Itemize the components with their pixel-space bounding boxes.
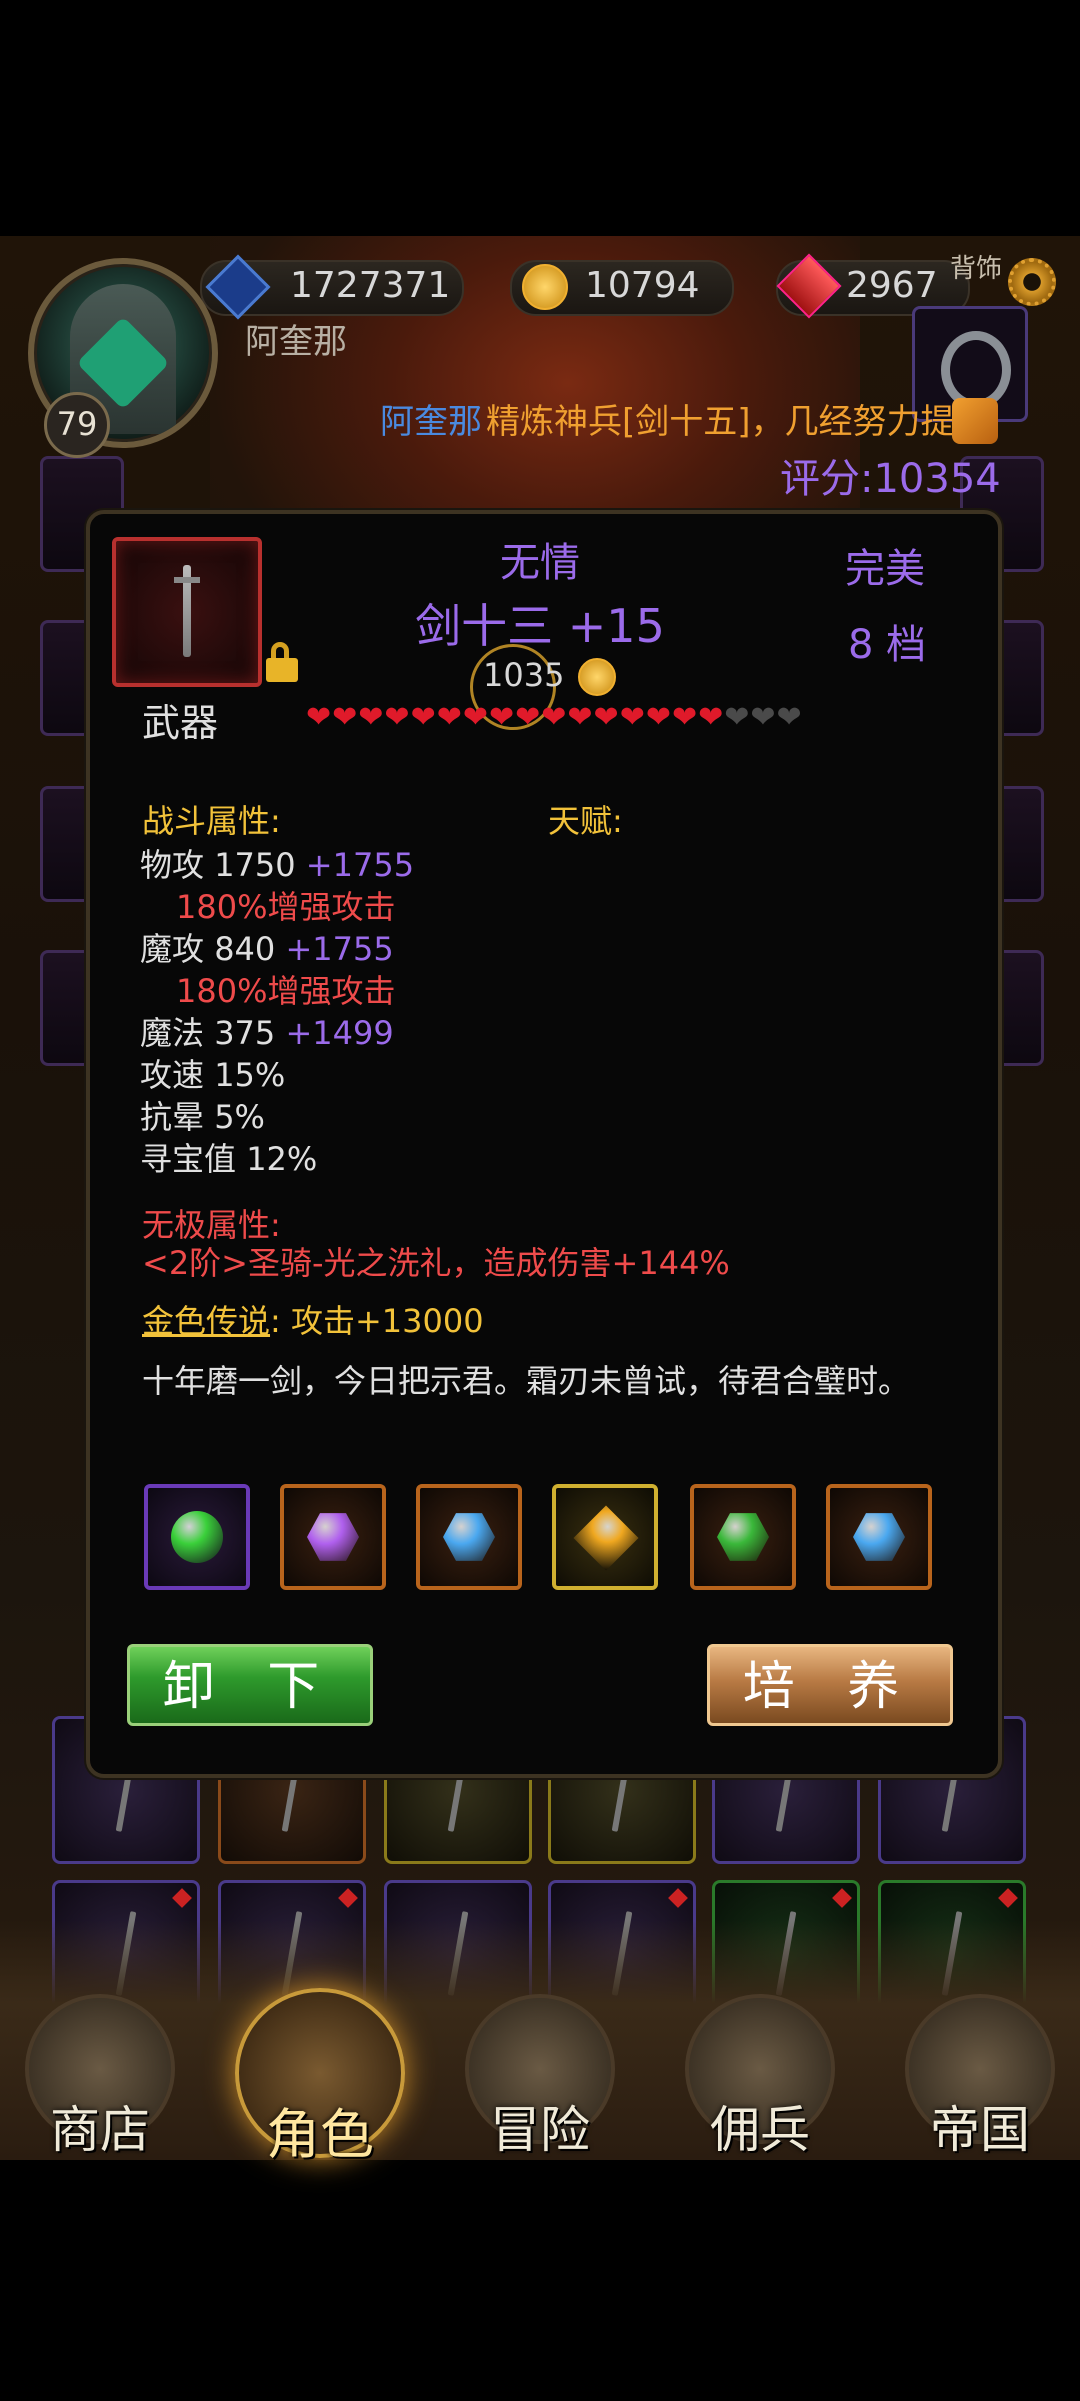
stat-extra: 180%增强攻击 <box>176 888 396 926</box>
stat-name: 魔攻 <box>140 930 205 968</box>
gold-coin-icon <box>578 658 616 696</box>
talent-label: 天赋: <box>548 802 623 840</box>
heart-icon: ❤ <box>358 700 385 735</box>
heart-icon: ❤ <box>306 700 333 735</box>
gem-socket[interactable] <box>280 1484 386 1590</box>
heart-icon: ❤ <box>671 700 699 735</box>
gem-icon <box>573 1505 639 1571</box>
nav-label[interactable]: 帝国 <box>880 2090 1080 2162</box>
gem-socket[interactable] <box>144 1484 250 1590</box>
stat-row: 寻宝值 12% <box>140 1134 317 1180</box>
gem-icon <box>717 1513 769 1561</box>
heart-icon: ❤ <box>593 700 620 735</box>
gem-socket[interactable] <box>826 1484 932 1590</box>
nav-label[interactable]: 佣兵 <box>660 2090 860 2162</box>
stat-bonus: +1755 <box>285 930 394 968</box>
player-name: 阿奎那 <box>245 322 347 362</box>
stat-base: 1750 <box>214 846 296 884</box>
stat-bonus: +1755 <box>305 846 415 884</box>
heart-icon: ❤ <box>750 700 777 735</box>
heart-icon: ❤ <box>776 700 803 735</box>
gear-icon[interactable] <box>1008 258 1056 306</box>
diamond-count: 1727371 <box>290 265 451 306</box>
heart-icon: ❤ <box>645 700 672 735</box>
news-ticker: 阿奎那 精炼神兵[剑十五]，几经努力提 <box>0 394 1080 450</box>
gem-icon <box>171 1511 223 1563</box>
heart-icon: ❤ <box>724 700 751 735</box>
combat-stats-label: 战斗属性: <box>142 802 281 840</box>
stat-row: 魔攻 840 +1755 <box>140 924 394 970</box>
gem-socket[interactable] <box>416 1484 522 1590</box>
heart-icon: ❤ <box>515 700 542 735</box>
stat-name: 抗晕 <box>140 1098 205 1136</box>
stat-row: 魔法 375 +1499 <box>140 1008 394 1054</box>
stat-row: 抗晕 5% <box>140 1092 265 1138</box>
heart-icon: ❤ <box>698 700 725 735</box>
item-quality: 完美 <box>845 546 925 592</box>
infinite-attr-text: <2阶>圣骑-光之洗礼，造成伤害+144% <box>142 1244 730 1282</box>
stat-bonus: +1499 <box>285 1014 394 1052</box>
stat-name: 物攻 <box>140 846 205 884</box>
item-grade: 8 档 <box>848 622 927 668</box>
enhance-cost: 1035 <box>483 656 565 694</box>
stat-base: 840 <box>214 930 276 968</box>
gem-icon <box>307 1513 359 1561</box>
stat-name: 魔法 <box>140 1014 205 1052</box>
back-slot-label: 背饰 <box>950 254 1003 284</box>
legend-label[interactable]: 金色传说 <box>142 1302 270 1340</box>
gold-coin-icon <box>522 264 568 310</box>
heart-icon: ❤ <box>541 700 568 735</box>
item-type-label: 武器 <box>142 701 219 745</box>
nav-label[interactable]: 商店 <box>0 2090 200 2162</box>
stat-base: 12% <box>246 1140 318 1178</box>
news-player-name: 阿奎那 <box>380 402 482 442</box>
heart-icon: ❤ <box>384 700 411 735</box>
stat-name: 寻宝值 <box>140 1140 237 1178</box>
refine-hearts: ❤❤❤❤❤❤❤❤❤❤❤❤❤❤❤❤❤❤❤ <box>306 700 803 735</box>
ruby-count: 2967 <box>846 265 938 306</box>
heart-icon: ❤ <box>619 700 646 735</box>
stat-base: 375 <box>214 1014 276 1052</box>
gem-icon <box>443 1513 495 1561</box>
unequip-button[interactable]: 卸 下 <box>127 1644 373 1726</box>
heart-icon: ❤ <box>462 700 489 735</box>
score-label: 评分:10354 <box>780 456 1001 502</box>
speaker-icon[interactable] <box>952 398 998 444</box>
gold-count: 10794 <box>585 265 700 306</box>
gem-socket[interactable] <box>552 1484 658 1590</box>
gem-socket[interactable] <box>690 1484 796 1590</box>
heart-icon: ❤ <box>332 700 359 735</box>
nav-label[interactable]: 角色 <box>220 2090 420 2169</box>
nav-label[interactable]: 冒险 <box>440 2090 640 2162</box>
gem-icon <box>853 1513 905 1561</box>
stat-extra: 180%增强攻击 <box>176 972 396 1010</box>
legend-text: : 攻击+13000 <box>270 1302 484 1340</box>
news-text: 精炼神兵[剑十五]，几经努力提 <box>486 402 955 442</box>
train-button[interactable]: 培 养 <box>707 1644 953 1726</box>
stat-base: 5% <box>214 1098 265 1136</box>
legend-row: 金色传说: 攻击+13000 <box>142 1296 484 1342</box>
stat-row: 物攻 1750 +1755 <box>140 840 414 886</box>
stat-name: 攻速 <box>140 1056 205 1094</box>
heart-icon: ❤ <box>567 700 594 735</box>
flavor-text: 十年磨一剑，今日把示君。霜刃未曾试，待君合璧时。 <box>142 1362 911 1400</box>
stat-row: 攻速 15% <box>140 1050 285 1096</box>
heart-icon: ❤ <box>410 700 437 735</box>
stat-base: 15% <box>214 1056 286 1094</box>
heart-icon: ❤ <box>436 700 463 735</box>
heart-icon: ❤ <box>488 700 516 735</box>
